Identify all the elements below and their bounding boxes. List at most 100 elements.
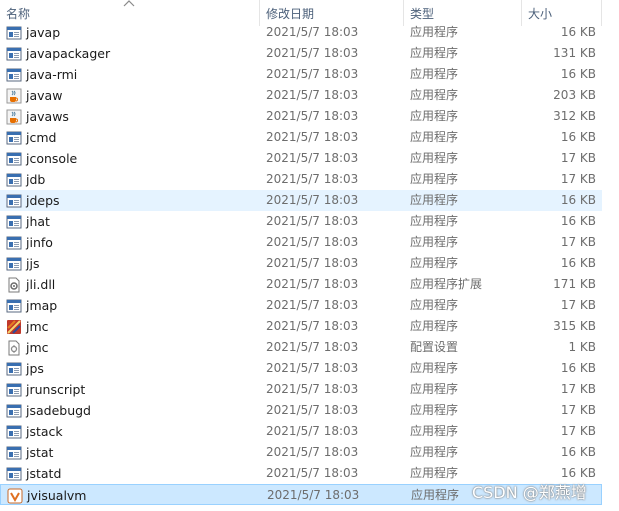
file-row[interactable]: jmc 2021/5/7 18:03 应用程序 315 KB (0, 316, 602, 337)
file-row[interactable]: jmap 2021/5/7 18:03 应用程序 17 KB (0, 295, 602, 316)
column-header-size-label: 大小 (528, 7, 553, 21)
file-date-modified: 2021/5/7 18:03 (266, 466, 359, 480)
exe-icon (6, 425, 22, 439)
file-row[interactable]: javapackager 2021/5/7 18:03 应用程序 131 KB (0, 43, 602, 64)
file-size: 16 KB (560, 214, 596, 228)
file-size: 16 KB (560, 256, 596, 270)
file-name: jrunscript (26, 382, 86, 397)
file-name: jmap (26, 298, 58, 313)
file-name: jli.dll (26, 277, 56, 292)
file-type: 应用程序 (410, 214, 459, 228)
file-type: 应用程序 (410, 172, 459, 186)
file-type: 应用程序 (410, 361, 459, 375)
file-row[interactable]: jdeps 2021/5/7 18:03 应用程序 16 KB (0, 190, 602, 211)
file-size: 312 KB (553, 109, 596, 123)
java-cup-icon (6, 109, 22, 125)
file-name: jstack (26, 424, 63, 439)
file-row[interactable]: jinfo 2021/5/7 18:03 应用程序 17 KB (0, 232, 602, 253)
file-type: 应用程序 (410, 130, 459, 144)
file-name: jdeps (26, 193, 60, 208)
file-size: 16 KB (560, 25, 596, 39)
file-size: 203 KB (553, 88, 596, 102)
file-row[interactable]: jstack 2021/5/7 18:03 应用程序 17 KB (0, 421, 602, 442)
exe-icon (6, 446, 22, 460)
file-type: 应用程序 (410, 445, 459, 459)
mission-control-icon (7, 320, 21, 334)
file-name: jmc (26, 340, 49, 355)
file-type: 应用程序 (410, 403, 459, 417)
file-size: 315 KB (553, 319, 596, 333)
dll-gear-icon (8, 277, 20, 293)
file-row[interactable]: jjs 2021/5/7 18:03 应用程序 16 KB (0, 253, 602, 274)
file-type: 应用程序 (410, 382, 459, 396)
file-size: 16 KB (560, 67, 596, 81)
file-type: 应用程序 (410, 67, 459, 81)
file-row[interactable]: javap 2021/5/7 18:03 应用程序 16 KB (0, 22, 602, 43)
exe-icon (6, 404, 22, 418)
file-row[interactable]: jrunscript 2021/5/7 18:03 应用程序 17 KB (0, 379, 602, 400)
file-date-modified: 2021/5/7 18:03 (266, 403, 359, 417)
file-size: 171 KB (553, 277, 596, 291)
file-type: 应用程序 (410, 424, 459, 438)
file-row[interactable]: jsadebugd 2021/5/7 18:03 应用程序 17 KB (0, 400, 602, 421)
file-row[interactable]: jmc 2021/5/7 18:03 配置设置 1 KB (0, 337, 602, 358)
file-row[interactable]: jli.dll 2021/5/7 18:03 应用程序扩展 171 KB (0, 274, 602, 295)
file-size: 16 KB (560, 130, 596, 144)
file-row[interactable]: jconsole 2021/5/7 18:03 应用程序 17 KB (0, 148, 602, 169)
file-type: 应用程序 (410, 46, 459, 60)
file-row[interactable]: jdb 2021/5/7 18:03 应用程序 17 KB (0, 169, 602, 190)
file-type: 应用程序 (411, 488, 460, 502)
java-cup-icon (6, 88, 22, 104)
file-type: 应用程序 (410, 298, 459, 312)
file-row[interactable]: java-rmi 2021/5/7 18:03 应用程序 16 KB (0, 64, 602, 85)
file-date-modified: 2021/5/7 18:03 (266, 424, 359, 438)
file-row[interactable]: jhat 2021/5/7 18:03 应用程序 16 KB (0, 211, 602, 232)
file-date-modified: 2021/5/7 18:03 (266, 277, 359, 291)
exe-icon (6, 215, 22, 229)
file-name: javap (26, 25, 61, 40)
file-size: 17 KB (560, 382, 596, 396)
exe-icon (6, 152, 22, 166)
file-date-modified: 2021/5/7 18:03 (266, 445, 359, 459)
file-date-modified: 2021/5/7 18:03 (266, 109, 359, 123)
file-date-modified: 2021/5/7 18:03 (266, 235, 359, 249)
file-name: jjs (26, 256, 40, 271)
file-date-modified: 2021/5/7 18:03 (266, 172, 359, 186)
file-type: 配置设置 (410, 340, 459, 354)
file-size: 17 KB (560, 298, 596, 312)
exe-icon (6, 47, 22, 61)
file-row[interactable]: jstat 2021/5/7 18:03 应用程序 16 KB (0, 442, 602, 463)
file-type: 应用程序 (410, 193, 459, 207)
column-header-date-label: 修改日期 (266, 7, 315, 21)
sort-ascending-icon (123, 0, 135, 7)
file-name: jinfo (26, 235, 53, 250)
file-row[interactable]: jcmd 2021/5/7 18:03 应用程序 16 KB (0, 127, 602, 148)
file-date-modified: 2021/5/7 18:03 (266, 382, 359, 396)
file-row[interactable]: javaw 2021/5/7 18:03 应用程序 203 KB (0, 85, 602, 106)
file-size: 131 KB (553, 46, 596, 60)
file-type: 应用程序 (410, 235, 459, 249)
file-name: jvisualvm (27, 488, 87, 503)
file-type: 应用程序 (410, 319, 459, 333)
file-date-modified: 2021/5/7 18:03 (266, 25, 359, 39)
file-date-modified: 2021/5/7 18:03 (266, 67, 359, 81)
file-name: jstat (26, 445, 54, 460)
exe-icon (6, 257, 22, 271)
file-name: javapackager (26, 46, 111, 61)
file-name: jstatd (26, 466, 62, 481)
exe-icon (6, 194, 22, 208)
file-size: 17 KB (560, 403, 596, 417)
file-row[interactable]: javaws 2021/5/7 18:03 应用程序 312 KB (0, 106, 602, 127)
file-date-modified: 2021/5/7 18:03 (267, 488, 360, 502)
file-name: jcmd (26, 130, 57, 145)
file-size: 17 KB (560, 172, 596, 186)
exe-icon (6, 236, 22, 250)
file-name: jhat (26, 214, 50, 229)
file-type: 应用程序 (410, 25, 459, 39)
file-row[interactable]: jps 2021/5/7 18:03 应用程序 16 KB (0, 358, 602, 379)
file-type: 应用程序 (410, 109, 459, 123)
file-type: 应用程序 (410, 466, 459, 480)
exe-icon (6, 383, 22, 397)
file-date-modified: 2021/5/7 18:03 (266, 193, 359, 207)
file-date-modified: 2021/5/7 18:03 (266, 256, 359, 270)
